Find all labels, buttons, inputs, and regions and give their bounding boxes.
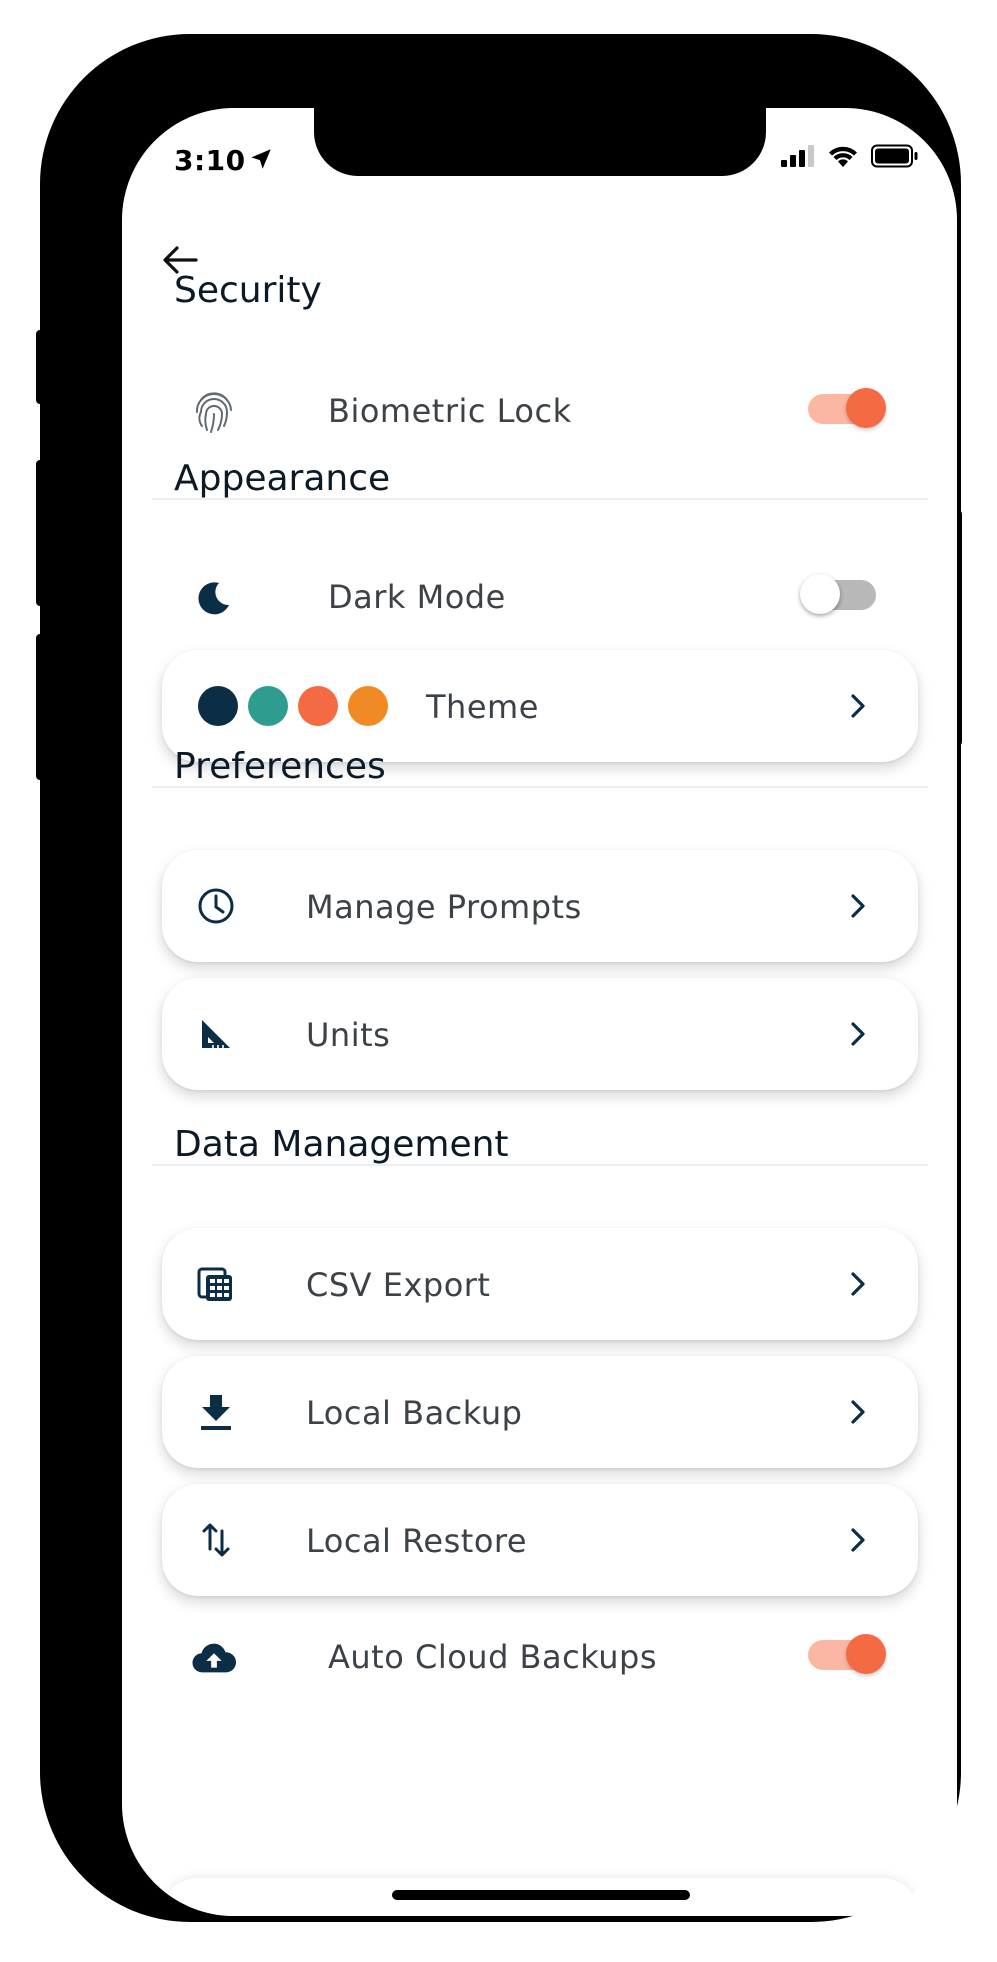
ruler-triangle-icon (194, 1012, 238, 1056)
wifi-icon (827, 144, 859, 172)
battery-icon (871, 144, 919, 172)
download-icon (194, 1390, 238, 1434)
biometric-lock-label: Biometric Lock (328, 392, 572, 430)
swatch-navy (198, 686, 238, 726)
dark-mode-label: Dark Mode (328, 578, 506, 616)
swatch-coral (298, 686, 338, 726)
units-label: Units (306, 1016, 391, 1054)
theme-swatches (198, 686, 388, 726)
csv-export-card[interactable]: CSV Export (162, 1228, 918, 1340)
toggle-knob (846, 1634, 886, 1674)
local-backup-card[interactable]: Local Backup (162, 1356, 918, 1468)
section-title-appearance: Appearance (174, 458, 391, 499)
signal-icon (781, 145, 815, 171)
dark-mode-row[interactable]: Dark Mode (152, 546, 928, 646)
cloud-upload-icon (192, 1636, 236, 1680)
phone-frame: 3:10 Security Biometric Lock Appearance … (40, 34, 961, 1922)
local-restore-card[interactable]: Local Restore (162, 1484, 918, 1596)
swatch-teal (248, 686, 288, 726)
auto-cloud-backups-label: Auto Cloud Backups (328, 1638, 658, 1676)
auto-cloud-backups-row[interactable]: Auto Cloud Backups (152, 1606, 928, 1706)
chevron-right-icon (846, 890, 870, 922)
chevron-right-icon (846, 690, 870, 722)
biometric-lock-toggle[interactable] (808, 388, 886, 428)
theme-label: Theme (426, 688, 539, 726)
home-indicator[interactable] (392, 1890, 690, 1900)
chevron-right-icon (846, 1524, 870, 1556)
toggle-knob (800, 574, 840, 614)
chevron-right-icon (846, 1396, 870, 1428)
biometric-lock-row[interactable]: Biometric Lock (152, 360, 928, 460)
manage-prompts-label: Manage Prompts (306, 888, 582, 926)
toggle-knob (846, 388, 886, 428)
swatch-orange (348, 686, 388, 726)
local-restore-label: Local Restore (306, 1522, 528, 1560)
local-backup-label: Local Backup (306, 1394, 523, 1432)
fingerprint-icon (192, 390, 236, 434)
section-title-data-management: Data Management (174, 1124, 509, 1165)
units-card[interactable]: Units (162, 978, 918, 1090)
screen: 3:10 Security Biometric Lock Appearance … (122, 108, 957, 1916)
section-title-preferences: Preferences (174, 746, 386, 787)
status-icons (781, 144, 919, 172)
status-time: 3:10 (174, 144, 246, 177)
auto-cloud-backups-toggle[interactable] (808, 1634, 886, 1674)
manage-prompts-card[interactable]: Manage Prompts (162, 850, 918, 962)
dark-mode-toggle[interactable] (800, 574, 876, 614)
csv-export-label: CSV Export (306, 1266, 491, 1304)
chevron-right-icon (846, 1268, 870, 1300)
moon-icon (192, 576, 236, 620)
notch (314, 108, 766, 176)
location-arrow-icon (248, 146, 274, 176)
calculator-icon (194, 1262, 238, 1306)
chevron-right-icon (846, 1018, 870, 1050)
swap-vertical-icon (194, 1518, 238, 1562)
clock-icon (194, 884, 238, 928)
section-title-security: Security (174, 270, 322, 311)
